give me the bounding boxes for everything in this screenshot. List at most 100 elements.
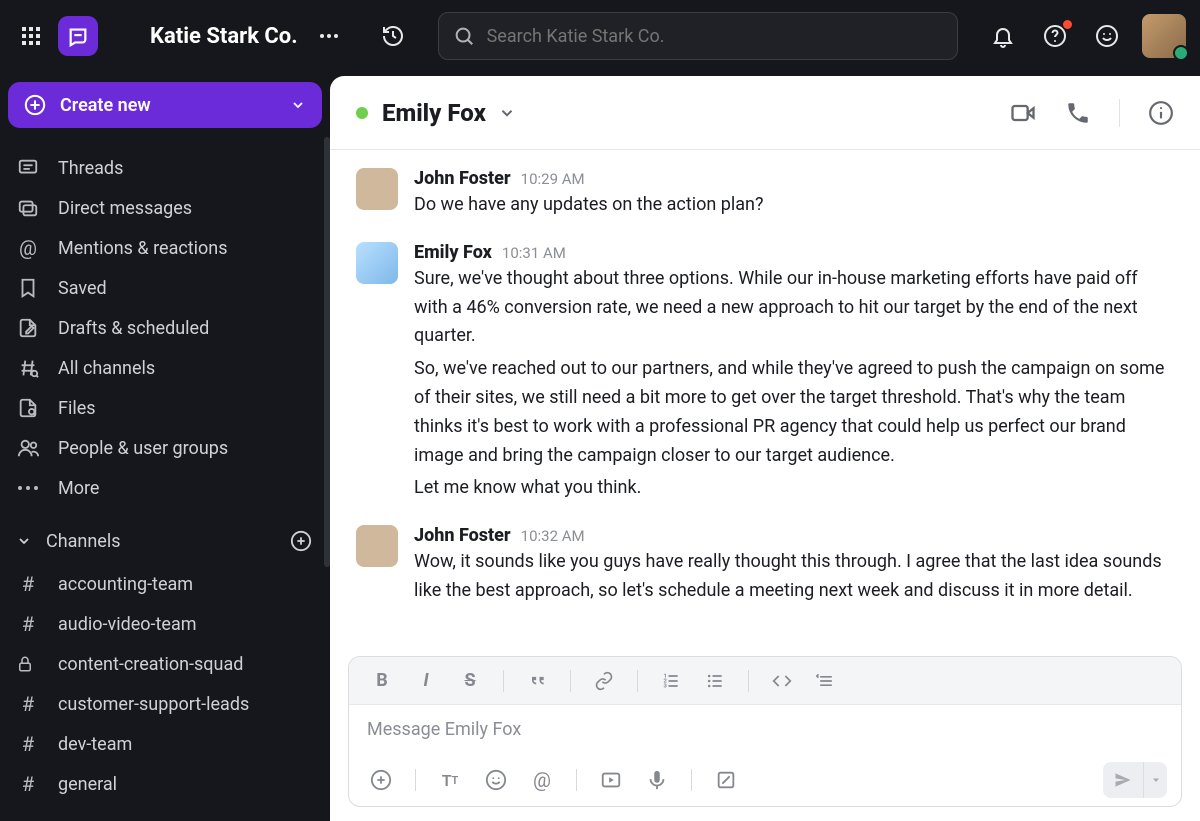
sidebar-item-mentions[interactable]: @Mentions & reactions <box>8 228 322 268</box>
search-container <box>438 12 958 60</box>
video-clip-button[interactable] <box>593 762 629 798</box>
bold-button[interactable]: B <box>365 664 399 698</box>
sidebar-item-label: People & user groups <box>58 438 228 459</box>
bullet-list-button[interactable] <box>698 664 732 698</box>
chat-header: Emily Fox <box>330 76 1200 150</box>
create-new-button[interactable]: Create new <box>8 82 322 128</box>
header-actions <box>986 14 1186 58</box>
separator <box>570 670 571 692</box>
channel-audio-video-team[interactable]: # audio-video-team <box>8 604 322 644</box>
sidebar-item-label: Drafts & scheduled <box>58 318 209 339</box>
chevron-down-icon <box>16 533 32 549</box>
sidebar-scrollbar[interactable] <box>324 137 330 567</box>
channels-header[interactable]: Channels <box>8 528 322 554</box>
sidebar-item-people[interactable]: People & user groups <box>8 428 322 468</box>
sidebar-item-label: Files <box>58 398 96 419</box>
apps-grid-button[interactable] <box>14 19 48 53</box>
shortcuts-button[interactable] <box>708 762 744 798</box>
sidebar-item-files[interactable]: Files <box>8 388 322 428</box>
bookmark-icon <box>16 277 40 299</box>
sidebar-item-threads[interactable]: Threads <box>8 148 322 188</box>
content-panel: Emily Fox John Foster10:29 AMDo we have … <box>330 76 1200 821</box>
top-header: Katie Stark Co. <box>0 0 1200 72</box>
channel-general[interactable]: #general <box>8 764 322 804</box>
history-button[interactable] <box>376 19 410 53</box>
emoji-status-button[interactable] <box>1090 19 1124 53</box>
strikethrough-button[interactable]: S <box>453 664 487 698</box>
sidebar-item-more[interactable]: More <box>8 468 322 508</box>
message-text: Let me know what you think. <box>414 474 1174 503</box>
audio-clip-button[interactable] <box>639 762 675 798</box>
message-author[interactable]: Emily Fox <box>414 242 492 263</box>
composer-actions: TT @ <box>349 754 1181 806</box>
user-avatar[interactable] <box>1142 14 1186 58</box>
mentions-icon: @ <box>16 236 40 260</box>
sidebar-item-dm[interactable]: Direct messages <box>8 188 322 228</box>
message-text: Sure, we've thought about three options.… <box>414 265 1174 351</box>
search-icon <box>453 25 475 47</box>
message-avatar[interactable] <box>356 242 398 284</box>
channel-label: audio-video-team <box>58 614 197 635</box>
ordered-list-button[interactable]: 123 <box>654 664 688 698</box>
send-button[interactable] <box>1103 762 1143 798</box>
separator <box>748 670 749 692</box>
hash-icon: # <box>16 572 40 596</box>
channel-label: dev-team <box>58 734 132 755</box>
channel-dev-team[interactable]: #dev-team <box>8 724 322 764</box>
sidebar-item-label: More <box>58 478 99 499</box>
message-time: 10:32 AM <box>521 527 585 545</box>
add-channel-button[interactable] <box>288 528 314 554</box>
channel-content-creation-squad[interactable]: content-creation-squad <box>8 644 322 684</box>
message-avatar[interactable] <box>356 168 398 210</box>
message: John Foster10:29 AMDo we have any update… <box>356 168 1174 224</box>
phone-call-button[interactable] <box>1065 100 1091 126</box>
quote-button[interactable] <box>520 664 554 698</box>
chat-actions <box>1009 99 1174 127</box>
message-author[interactable]: John Foster <box>414 525 511 546</box>
chevron-down-icon[interactable] <box>498 104 516 122</box>
nav-list: Threads Direct messages@Mentions & reacti… <box>8 148 322 508</box>
send-options-button[interactable] <box>1143 762 1167 798</box>
message-input[interactable] <box>367 719 1163 740</box>
sidebar-item-bookmark[interactable]: Saved <box>8 268 322 308</box>
message: John Foster 10:32 AM Wow, it sounds like y… <box>356 525 1174 610</box>
channel-label: content-creation-squad <box>58 654 243 675</box>
dm-icon <box>16 197 40 219</box>
channel-label: customer-support-leads <box>58 694 249 715</box>
search-box[interactable] <box>438 12 958 60</box>
composer: B I S 123 <box>348 656 1182 807</box>
workspace-name[interactable]: Katie Stark Co. <box>150 24 298 49</box>
message-list: John Foster10:29 AMDo we have any update… <box>330 150 1200 648</box>
emoji-button[interactable] <box>478 762 514 798</box>
chat-title[interactable]: Emily Fox <box>382 99 486 127</box>
workspace-logo[interactable] <box>58 16 98 56</box>
sidebar-item-drafts[interactable]: Drafts & scheduled <box>8 308 322 348</box>
more-icon <box>16 485 40 491</box>
video-call-button[interactable] <box>1009 99 1037 127</box>
separator <box>637 670 638 692</box>
code-button[interactable] <box>765 664 799 698</box>
sidebar-item-label: All channels <box>58 358 155 379</box>
message-text: Wow, it sounds like you guys have really… <box>414 548 1174 606</box>
mention-button[interactable]: @ <box>524 762 560 798</box>
channel-accounting-team[interactable]: #accounting-team <box>8 564 322 604</box>
search-input[interactable] <box>487 26 943 47</box>
message: Emily Fox10:31 AMSure, we've thought abo… <box>356 242 1174 507</box>
workspace-more-button[interactable] <box>312 19 346 53</box>
code-block-button[interactable] <box>809 664 843 698</box>
info-button[interactable] <box>1148 100 1174 126</box>
message-author[interactable]: John Foster <box>414 168 511 189</box>
channel-customer-support-leads[interactable]: #customer-support-leads <box>8 684 322 724</box>
separator <box>576 769 577 791</box>
help-button[interactable] <box>1038 19 1072 53</box>
attach-button[interactable] <box>363 762 399 798</box>
sidebar-item-allchannels[interactable]: All channels <box>8 348 322 388</box>
hash-icon: # <box>16 612 40 636</box>
text-format-button[interactable]: TT <box>432 762 468 798</box>
sidebar: Create new Threads Direct messages@Mentio… <box>0 72 330 821</box>
link-button[interactable] <box>587 664 621 698</box>
message-avatar[interactable] <box>356 525 398 567</box>
notifications-button[interactable] <box>986 19 1020 53</box>
sidebar-item-label: Threads <box>58 158 123 179</box>
italic-button[interactable]: I <box>409 664 443 698</box>
